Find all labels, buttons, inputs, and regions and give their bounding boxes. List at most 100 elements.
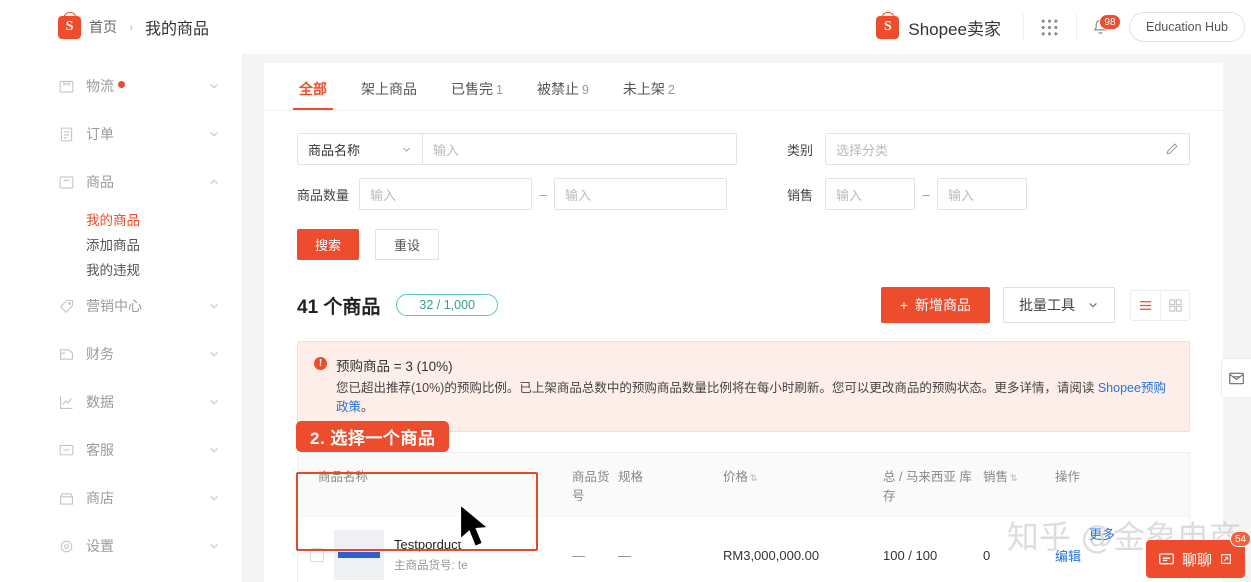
sidebar-item-orders[interactable]: 订单 (0, 110, 242, 158)
alert-body-end: 。 (361, 399, 374, 414)
filter-actions: 搜索 重设 (264, 223, 1223, 260)
summary-row: 41 个商品 32 / 1,000 + 新增商品 批量工具 (264, 260, 1223, 323)
reset-button[interactable]: 重设 (375, 229, 440, 260)
tab-label: 已售完 (451, 81, 493, 97)
column-header-price[interactable]: 价格 ⇅ (723, 466, 883, 485)
mouse-cursor-icon (458, 503, 492, 549)
product-count: 41 个商品 (297, 296, 381, 318)
sidebar-item-marketing[interactable]: 营销中心 (0, 282, 242, 330)
finance-icon (59, 348, 74, 360)
sidebar-item-label: 客服 (86, 442, 114, 458)
tab-label: 未上架 (622, 81, 665, 97)
header-actions: S Shopee卖家 98 Education Hub (876, 12, 1251, 42)
sales-max-input[interactable]: 输入 (937, 178, 1027, 210)
list-view-button[interactable] (1131, 291, 1160, 320)
alert-icon: ! (314, 357, 327, 370)
sidebar-item-my-products[interactable]: 我的商品 (0, 207, 242, 231)
tab-banned[interactable]: 被禁止 9 (535, 79, 591, 110)
add-product-label: 新增商品 (915, 297, 971, 313)
sidebar-item-customer-service[interactable]: 客服 (0, 426, 242, 474)
chevron-down-icon (1089, 303, 1097, 308)
chevron-down-icon (210, 496, 218, 501)
top-header: S 首页 › 我的商品 S Shopee卖家 98 Education Hub (0, 0, 1251, 54)
seller-brand: S Shopee卖家 (876, 15, 1023, 40)
sales-min-input[interactable]: 输入 (825, 178, 915, 210)
chat-float-button[interactable]: 聊聊 54 (1145, 531, 1251, 578)
expand-icon[interactable] (1219, 552, 1233, 566)
sidebar-item-shop[interactable]: 商店 (0, 474, 242, 522)
products-card: 全部 架上商品 已售完 1 被禁止 9 未上架 2 商品名称 输入 商品数量 输… (264, 63, 1223, 582)
sidebar-item-label: 物流 (86, 76, 208, 96)
product-name-filter: 商品名称 输入 (297, 133, 737, 165)
tab-unlisted[interactable]: 未上架 2 (621, 79, 677, 110)
shopee-brand-icon: S (876, 15, 900, 39)
page-title: 我的商品 (145, 21, 210, 38)
sidebar-item-my-violations[interactable]: 我的违规 (0, 257, 242, 281)
filter-column-right: 类别 选择分类 销售 输入 – 输入 (787, 133, 1190, 223)
chevron-down-icon (210, 304, 218, 309)
notification-badge: 98 (1098, 14, 1121, 30)
name-field-select-value: 商品名称 (308, 142, 361, 158)
sidebar-item-finance[interactable]: 财务 (0, 330, 242, 378)
tab-all[interactable]: 全部 (293, 79, 333, 110)
bulk-tools-label: 批量工具 (1019, 297, 1075, 313)
order-icon (60, 127, 73, 141)
add-product-button[interactable]: + 新增商品 (880, 287, 990, 323)
sidebar-item-products[interactable]: 商品 (0, 158, 242, 206)
search-button[interactable]: 搜索 (297, 229, 360, 260)
alert-title: 预购商品 = 3 (10%) (336, 359, 453, 374)
category-select[interactable]: 选择分类 (825, 133, 1190, 165)
notifications-button[interactable]: 98 (1077, 14, 1125, 37)
tab-count: 2 (667, 83, 675, 97)
tab-sold-out[interactable]: 已售完 1 (449, 79, 505, 110)
quantity-min-input[interactable]: 输入 (359, 178, 532, 210)
table-header: 商品名称 商品货号 规格 价格 ⇅ 总 / 马来西亚 库存 销售 ⇅ 操作 (298, 452, 1189, 516)
sidebar-item-label: 商品 (86, 174, 114, 190)
chart-icon (59, 396, 73, 409)
product-thumbnail (334, 530, 384, 580)
filter-row-name: 商品名称 输入 (297, 133, 739, 165)
product-name-input[interactable]: 输入 (423, 134, 736, 164)
cell-sku: — (572, 547, 585, 563)
seller-brand-label: Shopee卖家 (908, 19, 1001, 39)
cell-spec: — (618, 547, 631, 563)
education-hub-button[interactable]: Education Hub (1128, 12, 1245, 42)
sidebar-item-data[interactable]: 数据 (0, 378, 242, 426)
sidebar-item-settings[interactable]: 设置 (0, 522, 242, 570)
column-header-sales-label: 销售 (983, 469, 1009, 484)
sidebar-item-logistics[interactable]: 物流 (0, 62, 242, 110)
bulk-tools-button[interactable]: 批量工具 (1003, 287, 1115, 323)
tab-on-shelf[interactable]: 架上商品 (359, 79, 419, 110)
breadcrumb-home-link[interactable]: 首页 (89, 17, 117, 37)
quota-badge: 32 / 1,000 (396, 294, 499, 316)
product-name[interactable]: Testporduct (394, 537, 467, 552)
quantity-max-input[interactable]: 输入 (554, 178, 727, 210)
cell-price: RM3,000,000.00 (723, 547, 820, 563)
chat-label: 聊聊 (1181, 551, 1212, 569)
app-root: S 首页 › 我的商品 S Shopee卖家 98 Education Hub … (0, 0, 1251, 582)
chevron-down-icon (210, 448, 218, 453)
name-field-select[interactable]: 商品名称 (298, 134, 423, 164)
apps-grid-icon[interactable] (1024, 18, 1076, 36)
category-label: 类别 (787, 142, 814, 158)
chevron-down-icon (402, 147, 411, 152)
chat-unread-badge: 54 (1230, 531, 1251, 547)
breadcrumb-separator-icon: › (129, 20, 133, 34)
column-header-sales[interactable]: 销售 ⇅ (983, 466, 1055, 485)
sidebar-item-add-product[interactable]: 添加商品 (0, 232, 242, 256)
chat-icon (59, 444, 74, 455)
status-tabs: 全部 架上商品 已售完 1 被禁止 9 未上架 2 (264, 63, 1223, 111)
sidebar-item-label: 商店 (86, 490, 114, 506)
sales-label: 销售 (787, 187, 814, 203)
quantity-range-dash: – (539, 186, 547, 202)
tab-count: 1 (496, 83, 503, 97)
row-checkbox[interactable] (310, 548, 324, 562)
breadcrumb: S 首页 › 我的商品 (58, 15, 209, 39)
message-float-button[interactable] (1221, 358, 1251, 398)
column-header-action: 操作 (1055, 469, 1081, 484)
sidebar-item-label: 设置 (86, 538, 114, 554)
sidebar-item-label: 数据 (86, 394, 114, 410)
column-header-price-label: 价格 (723, 469, 749, 484)
grid-view-button[interactable] (1160, 290, 1189, 320)
column-header-sku: 商品货号 (572, 469, 610, 503)
